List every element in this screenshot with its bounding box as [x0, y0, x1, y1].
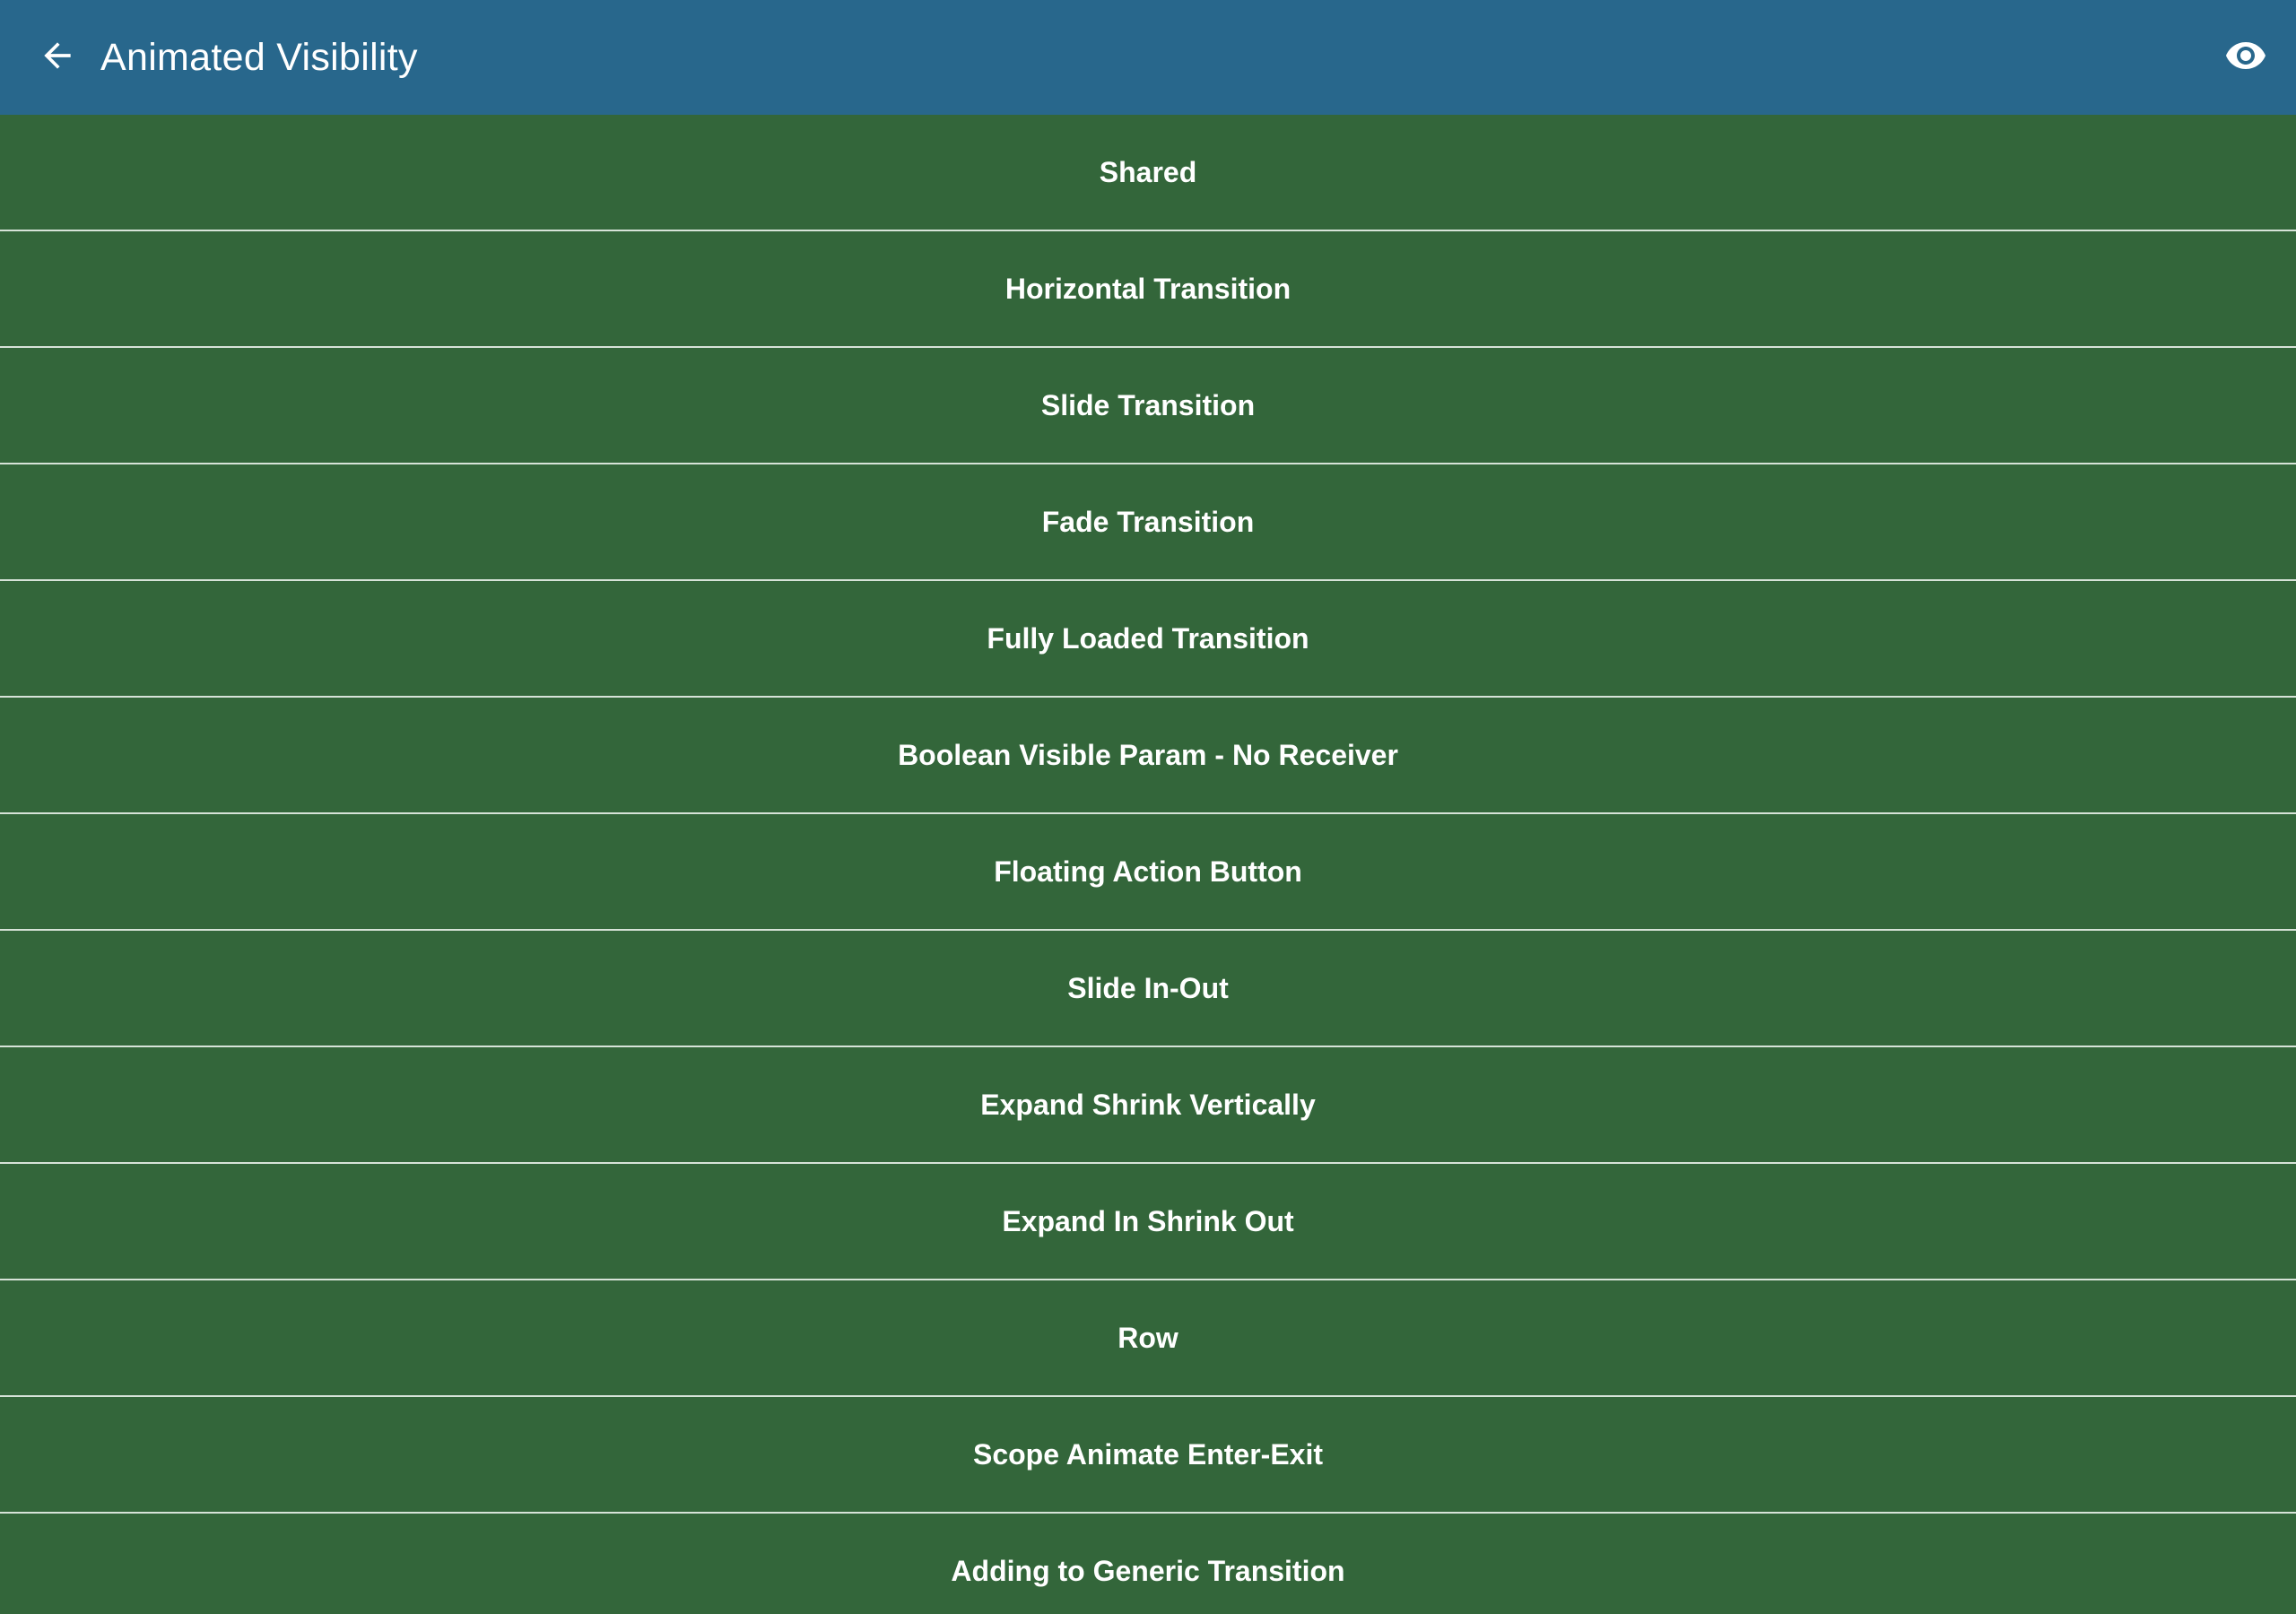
arrow-back-icon: [38, 36, 77, 80]
page-title: Animated Visibility: [100, 36, 418, 79]
eye-icon: [2224, 34, 2267, 82]
list-item-boolean-visible-param[interactable]: Boolean Visible Param - No Receiver: [0, 698, 2296, 814]
list-item-shared[interactable]: Shared: [0, 115, 2296, 231]
top-app-bar: Animated Visibility: [0, 0, 2296, 115]
back-button[interactable]: [22, 22, 93, 93]
list-item-fully-loaded-transition[interactable]: Fully Loaded Transition: [0, 581, 2296, 698]
list-item-horizontal-transition[interactable]: Horizontal Transition: [0, 231, 2296, 348]
list-item-fade-transition[interactable]: Fade Transition: [0, 464, 2296, 581]
list-item-adding-to-generic-transition[interactable]: Adding to Generic Transition: [0, 1514, 2296, 1614]
list-item-expand-in-shrink-out[interactable]: Expand In Shrink Out: [0, 1164, 2296, 1280]
list-item-slide-in-out[interactable]: Slide In-Out: [0, 931, 2296, 1047]
demo-list[interactable]: Shared Horizontal Transition Slide Trans…: [0, 115, 2296, 1614]
visibility-button[interactable]: [2210, 22, 2282, 93]
list-item-scope-animate-enter-exit[interactable]: Scope Animate Enter-Exit: [0, 1397, 2296, 1514]
list-item-expand-shrink-vertically[interactable]: Expand Shrink Vertically: [0, 1047, 2296, 1164]
list-item-row[interactable]: Row: [0, 1280, 2296, 1397]
list-item-floating-action-button[interactable]: Floating Action Button: [0, 814, 2296, 931]
list-item-slide-transition[interactable]: Slide Transition: [0, 348, 2296, 464]
